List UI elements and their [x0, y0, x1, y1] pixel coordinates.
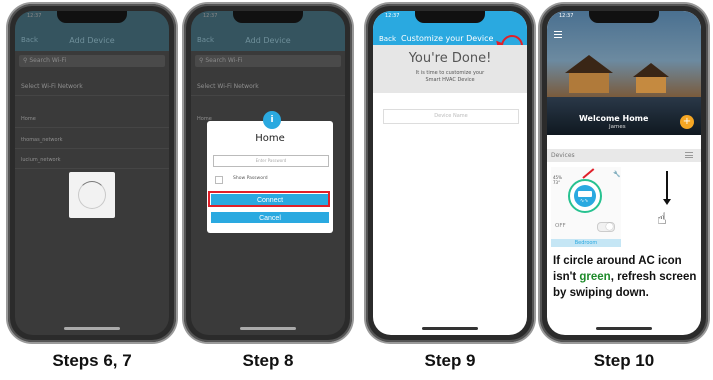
show-password-label: Show Password	[233, 176, 268, 181]
status-time: 12:37	[559, 13, 574, 19]
caption-steps-6-7: Steps 6, 7	[52, 351, 132, 370]
ac-unit-icon: ∿∿	[574, 185, 596, 207]
divider	[15, 168, 169, 169]
villa	[636, 77, 666, 93]
page-title: Customize your Device	[401, 34, 494, 43]
villa	[569, 73, 609, 93]
search-placeholder: Search Wi-Fi	[205, 57, 243, 64]
dialog-title: Home	[255, 133, 285, 144]
swipe-hand-icon: ☝	[657, 209, 667, 228]
home-indicator[interactable]	[64, 327, 120, 330]
device-name-input[interactable]: Device Name	[383, 109, 519, 124]
note-text-green: green	[579, 271, 611, 283]
power-toggle[interactable]	[597, 222, 615, 232]
devices-header: Devices	[547, 149, 701, 162]
search-input[interactable]: ⚲ Search Wi-Fi	[19, 55, 165, 67]
refresh-instruction: If circle around AC icon isn't green, re…	[553, 253, 699, 301]
search-icon: ⚲	[23, 57, 28, 64]
device-readings: 45% 73°	[553, 175, 562, 185]
caption-step-8: Step 8	[242, 351, 294, 370]
screen-home-devices: 12:37 Welcome Home James + Devices 45% 7…	[547, 11, 701, 335]
password-input[interactable]: Enter Password	[213, 155, 329, 167]
down-arrow-icon	[666, 171, 668, 201]
password-dialog: i Home Enter Password Show Password Conn…	[207, 111, 333, 233]
search-placeholder: Search Wi-Fi	[29, 57, 67, 64]
home-indicator[interactable]	[422, 327, 478, 330]
show-password-checkbox[interactable]	[215, 176, 223, 184]
notch	[57, 11, 127, 23]
info-icon: i	[263, 111, 281, 129]
network-section-header: Select Wi-Fi Network	[21, 83, 83, 90]
status-time: 12:37	[385, 13, 400, 19]
divider	[191, 95, 345, 96]
power-status: OFF	[555, 223, 566, 229]
notch	[589, 11, 659, 23]
network-item-home[interactable]: Home	[21, 116, 36, 122]
done-subtitle-1: It is time to customize your	[415, 70, 485, 76]
menu-icon[interactable]	[554, 31, 562, 40]
device-card[interactable]: 45% 73° ∿∿ 🔧 OFF Bedroom	[551, 167, 621, 247]
temperature-value: 73°	[553, 180, 561, 185]
user-name: James	[609, 124, 626, 130]
page-title: Add Device	[245, 36, 291, 45]
devices-header-label: Devices	[551, 152, 575, 159]
status-time: 12:37	[203, 13, 218, 19]
done-subtitle-2: Smart HVAC Device	[425, 77, 475, 83]
phone-step-8: 12:37 Back Add Device ⚲ Search Wi-Fi Sel…	[184, 4, 352, 342]
network-section-header: Select Wi-Fi Network	[197, 83, 259, 90]
welcome-title: Welcome Home	[579, 114, 649, 123]
divider	[15, 95, 169, 96]
divider	[15, 148, 169, 149]
add-device-button[interactable]: +	[680, 115, 694, 129]
caption-step-9: Step 9	[424, 351, 476, 370]
loading-spinner-icon	[78, 181, 106, 209]
divider	[15, 127, 169, 128]
list-view-icon[interactable]	[685, 152, 693, 160]
done-headline: You're Done!	[408, 51, 492, 66]
villa-roof	[565, 55, 613, 73]
wrench-icon[interactable]: 🔧	[613, 171, 620, 178]
notch	[233, 11, 303, 23]
screen-password-dialog: 12:37 Back Add Device ⚲ Search Wi-Fi Sel…	[191, 11, 345, 335]
search-icon: ⚲	[199, 57, 204, 64]
home-indicator[interactable]	[596, 327, 652, 330]
ac-status-ring[interactable]: ∿∿	[568, 179, 602, 213]
phone-step-10: 12:37 Welcome Home James + Devices 45% 7…	[540, 4, 708, 342]
network-item-lucium[interactable]: lucium_network	[21, 157, 61, 163]
network-item-thomas[interactable]: thomas_network	[21, 137, 63, 143]
back-button[interactable]: Back	[379, 35, 396, 43]
notch	[415, 11, 485, 23]
caption-step-10: Step 10	[593, 351, 655, 370]
phone-steps-6-7: 12:37 Back Add Device ⚲ Search Wi-Fi Sel…	[8, 4, 176, 342]
cancel-button[interactable]: Cancel	[211, 212, 329, 223]
screen-add-device-loading: 12:37 Back Add Device ⚲ Search Wi-Fi Sel…	[15, 11, 169, 335]
home-indicator[interactable]	[240, 327, 296, 330]
airflow-icon: ∿∿	[580, 198, 589, 204]
down-arrowhead-icon	[663, 199, 671, 205]
room-label: Bedroom	[551, 239, 621, 247]
highlight-connect-box	[208, 191, 330, 207]
search-input[interactable]: ⚲ Search Wi-Fi	[195, 55, 341, 67]
page-title: Add Device	[69, 36, 115, 45]
screen-customize-device: 12:37 Back Customize your Device You're …	[373, 11, 527, 335]
villa-roof	[633, 63, 669, 77]
loading-overlay	[69, 172, 115, 218]
ac-body	[578, 191, 592, 197]
status-time: 12:37	[27, 13, 42, 19]
phone-step-9: 12:37 Back Customize your Device You're …	[366, 4, 534, 342]
